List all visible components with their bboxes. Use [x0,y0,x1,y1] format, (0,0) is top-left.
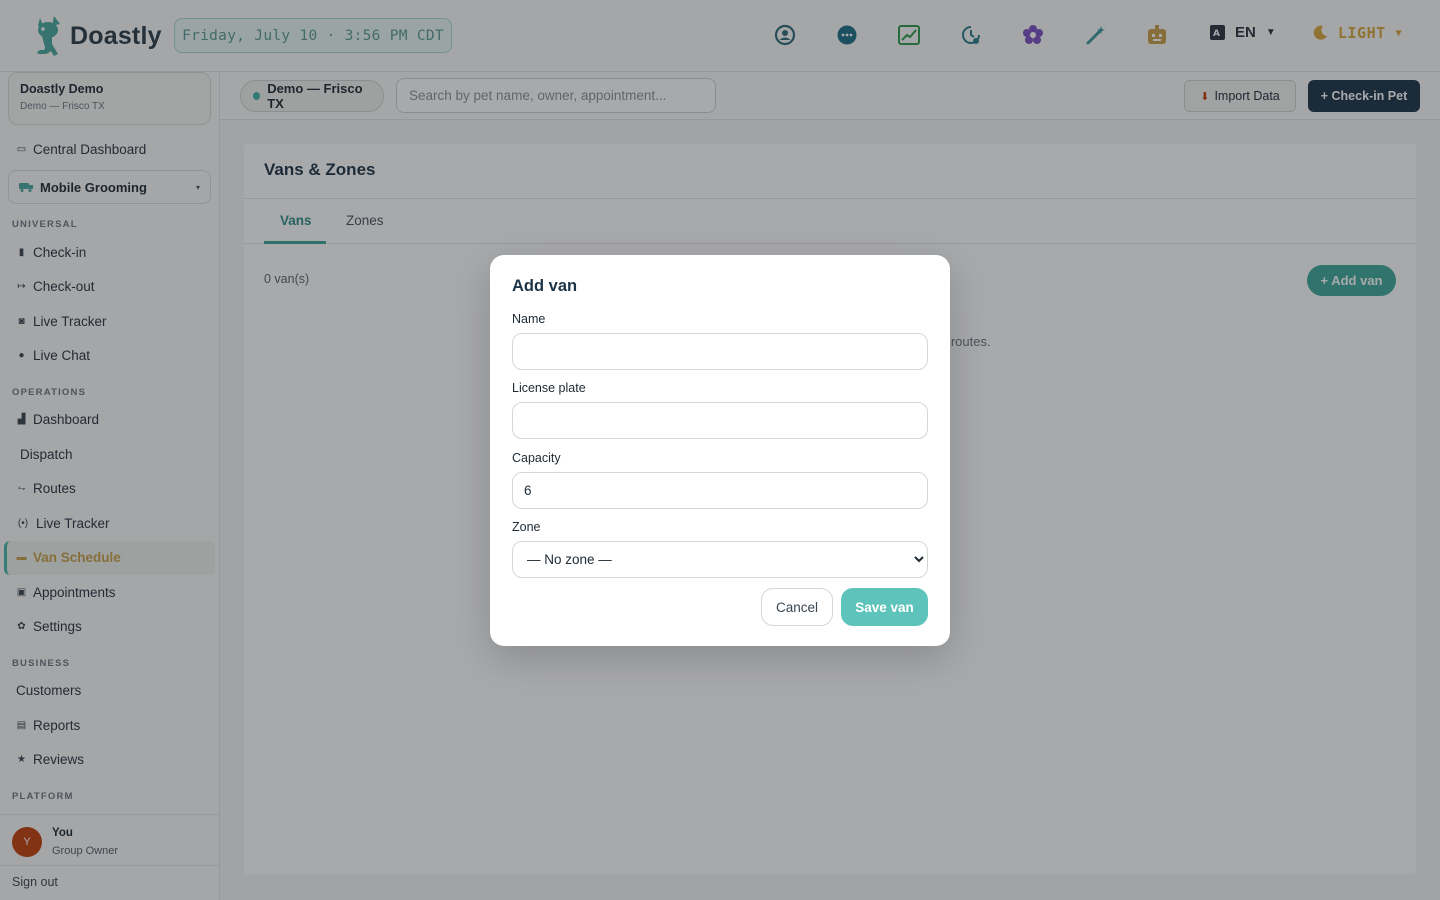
zone-label: Zone [512,520,541,534]
license-plate-label: License plate [512,381,586,395]
add-van-dialog: Add van Name License plate Capacity Zone… [490,255,950,646]
name-field[interactable] [512,333,928,370]
dialog-title: Add van [512,277,578,295]
license-plate-field[interactable] [512,402,928,439]
save-van-button[interactable]: Save van [841,588,928,626]
zone-select[interactable]: — No zone — [512,541,928,578]
capacity-label: Capacity [512,451,561,465]
capacity-field[interactable] [512,472,928,509]
cancel-button[interactable]: Cancel [761,588,833,626]
name-label: Name [512,312,546,326]
